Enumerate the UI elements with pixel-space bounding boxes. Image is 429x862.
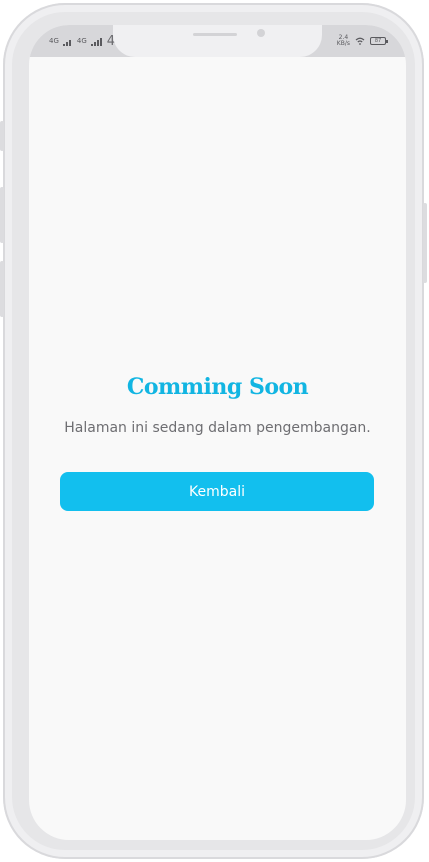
coming-soon-panel: Comming Soon Halaman ini sedang dalam pe… <box>29 373 406 438</box>
power-button <box>0 121 4 151</box>
page-subtitle: Halaman ini sedang dalam pengembangan. <box>64 420 371 436</box>
signal-icon <box>62 39 71 46</box>
speed-unit: KB/s <box>336 40 350 47</box>
status-right: 2.4 KB/s 87 <box>337 35 388 47</box>
phone-frame: 4G 4G 4.27 <box>0 3 427 859</box>
signal-icon <box>90 37 102 46</box>
status-bar: 4G 4G 4.27 <box>29 25 406 57</box>
lock-button <box>423 203 427 283</box>
screen: 4G 4G 4.27 <box>29 25 406 840</box>
battery-level: 87 <box>374 38 382 44</box>
network-label-2: 4G <box>76 37 87 45</box>
network-label-1: 4G <box>49 37 59 45</box>
back-button[interactable]: Kembali <box>60 472 374 511</box>
speaker-grille <box>193 33 237 36</box>
volume-down-button <box>0 261 4 317</box>
battery-icon: 87 <box>370 37 388 45</box>
volume-up-button <box>0 187 4 243</box>
page-title: Comming Soon <box>126 374 309 400</box>
front-camera <box>257 29 265 37</box>
wifi-icon <box>355 37 365 45</box>
notch <box>113 25 322 57</box>
network-speed: 2.4 KB/s <box>337 35 350 47</box>
